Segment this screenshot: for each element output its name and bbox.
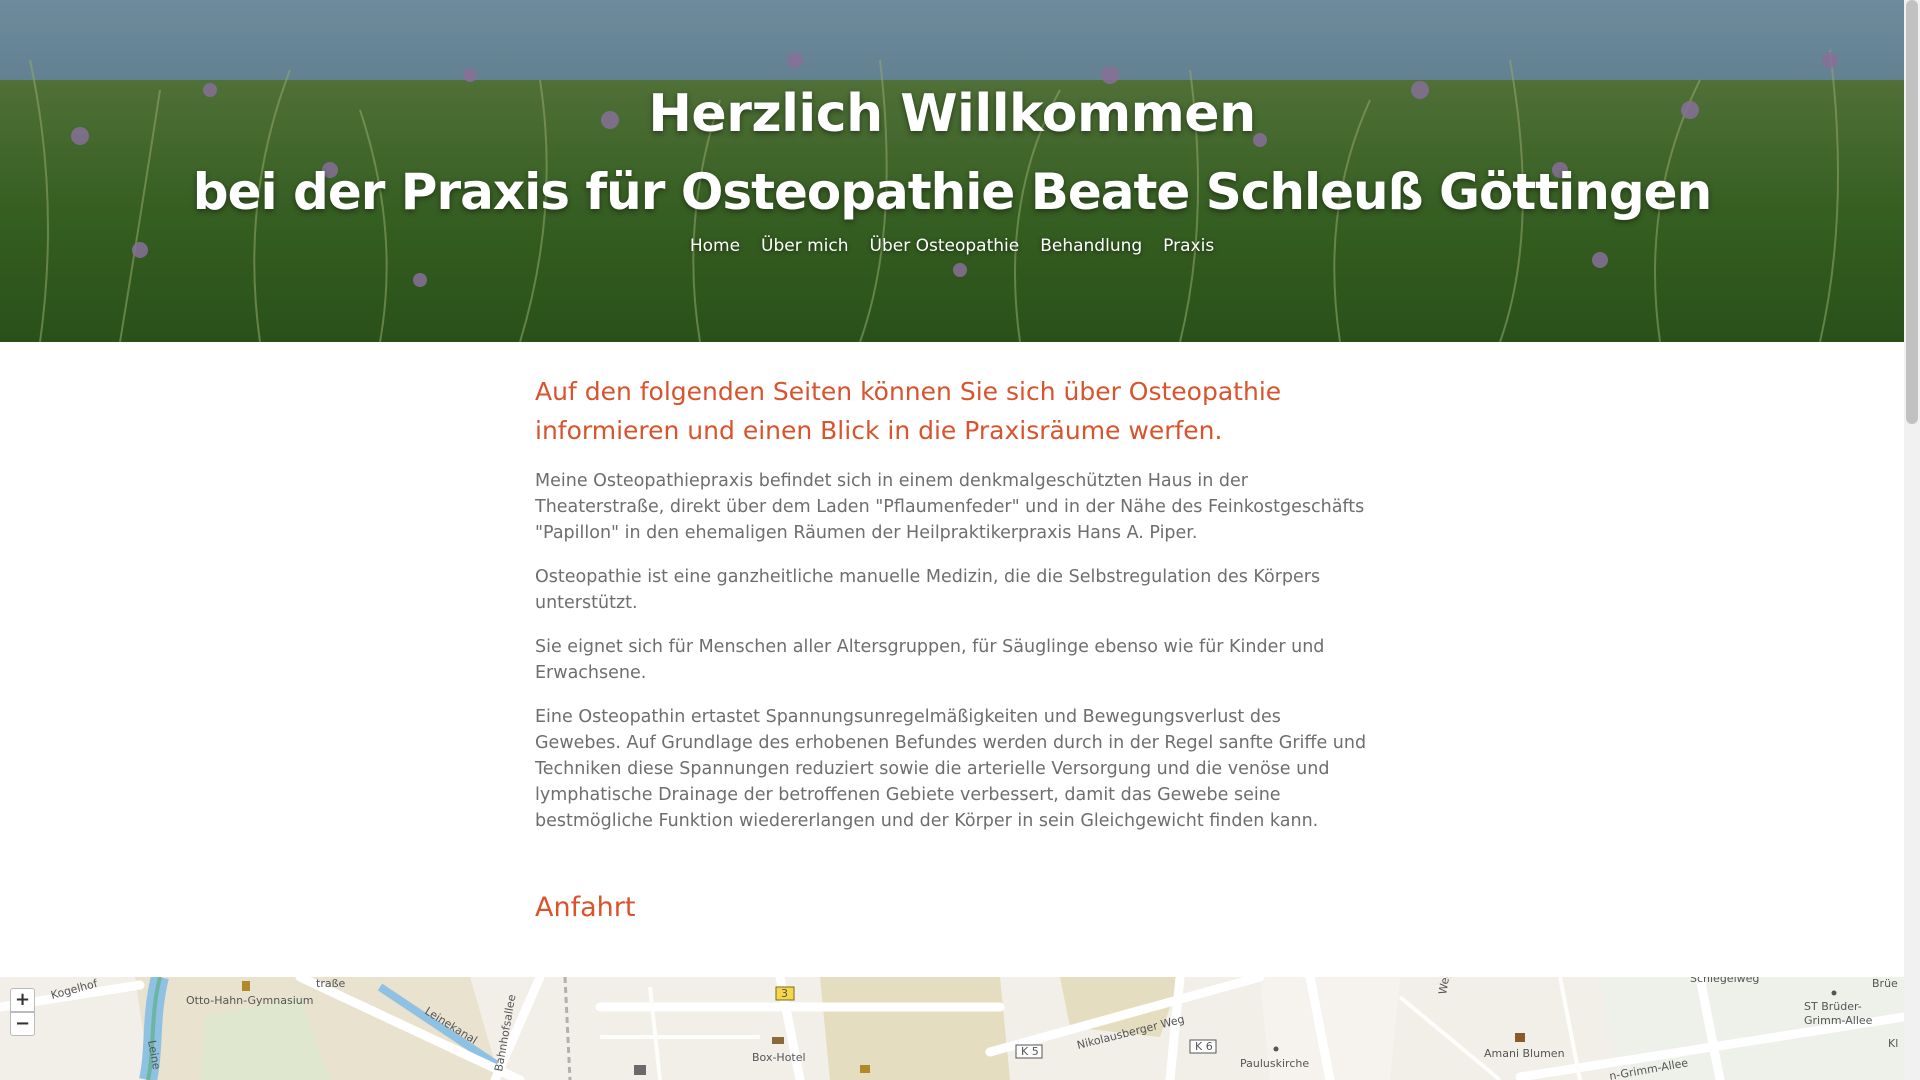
hotel-icon bbox=[772, 1037, 784, 1044]
school-icon bbox=[242, 981, 250, 991]
church-icon bbox=[1273, 1046, 1279, 1052]
university-icon bbox=[860, 1065, 870, 1073]
museum-icon bbox=[634, 1065, 646, 1075]
hero-banner: Herzlich Willkommen bei der Praxis für O… bbox=[0, 0, 1904, 342]
map-label-brue: Brüe bbox=[1872, 977, 1898, 990]
lead-heading: Auf den folgenden Seiten können Sie sich… bbox=[535, 377, 1282, 445]
nav-item-behandlung[interactable]: Behandlung bbox=[1040, 236, 1142, 256]
map-label-pauluskirche: Pauluskirche bbox=[1240, 1057, 1309, 1070]
map-label-grimm-allee: Grimm-Allee bbox=[1804, 1014, 1873, 1027]
map-zoom-out-button[interactable]: − bbox=[10, 1012, 35, 1036]
intro-paragraph-4: Eine Osteopathin ertastet Spannungsunreg… bbox=[535, 707, 1367, 831]
map-label-box-hotel: Box-Hotel bbox=[752, 1051, 806, 1064]
poi-dot-icon bbox=[1831, 990, 1837, 996]
main-nav: Home Über mich Über Osteopathie Behandlu… bbox=[0, 236, 1904, 256]
nav-item-home[interactable]: Home bbox=[690, 236, 740, 256]
intro-paragraph-1: Meine Osteopathiepraxis befindet sich in… bbox=[535, 471, 1365, 543]
map-label-strasse: traße bbox=[316, 977, 346, 990]
map-label-gymnasium: Otto-Hahn-Gymnasium bbox=[186, 994, 313, 1007]
hero-title-line-1: Herzlich Willkommen bbox=[648, 84, 1256, 144]
intro-paragraph-3: Sie eignet sich für Menschen aller Alter… bbox=[535, 637, 1325, 683]
map-label-k5: K 5 bbox=[1021, 1045, 1039, 1058]
map-label-k6: K 6 bbox=[1195, 1040, 1213, 1053]
anfahrt-heading: Anfahrt bbox=[535, 892, 636, 923]
map-zoom-in-button[interactable]: + bbox=[10, 988, 35, 1012]
location-map[interactable]: Kogelhof Otto-Hahn-Gymnasium traße Leine… bbox=[0, 977, 1904, 1080]
map-label-schlegelweg: Schlegelweg bbox=[1690, 977, 1759, 985]
map-label-road-3: 3 bbox=[781, 987, 788, 1000]
map-label-amani-blumen: Amani Blumen bbox=[1484, 1047, 1565, 1060]
intro-paragraph-2: Osteopathie ist eine ganzheitliche manue… bbox=[535, 567, 1321, 613]
scrollbar-thumb[interactable] bbox=[1906, 0, 1918, 424]
map-label-st-brueder: ST Brüder- bbox=[1804, 1000, 1862, 1013]
nav-item-ueber-osteopathie[interactable]: Über Osteopathie bbox=[870, 236, 1020, 256]
map-label-kl: Kl bbox=[1888, 1037, 1898, 1050]
main-content: Auf den folgenden Seiten können Sie sich… bbox=[535, 372, 1370, 852]
map-tiles[interactable]: Kogelhof Otto-Hahn-Gymnasium traße Leine… bbox=[0, 977, 1904, 1080]
nav-item-ueber-mich[interactable]: Über mich bbox=[761, 236, 849, 256]
nav-item-praxis[interactable]: Praxis bbox=[1163, 236, 1214, 256]
hero-title-line-2: bei der Praxis für Osteopathie Beate Sch… bbox=[192, 163, 1712, 221]
shop-icon bbox=[1515, 1033, 1525, 1042]
